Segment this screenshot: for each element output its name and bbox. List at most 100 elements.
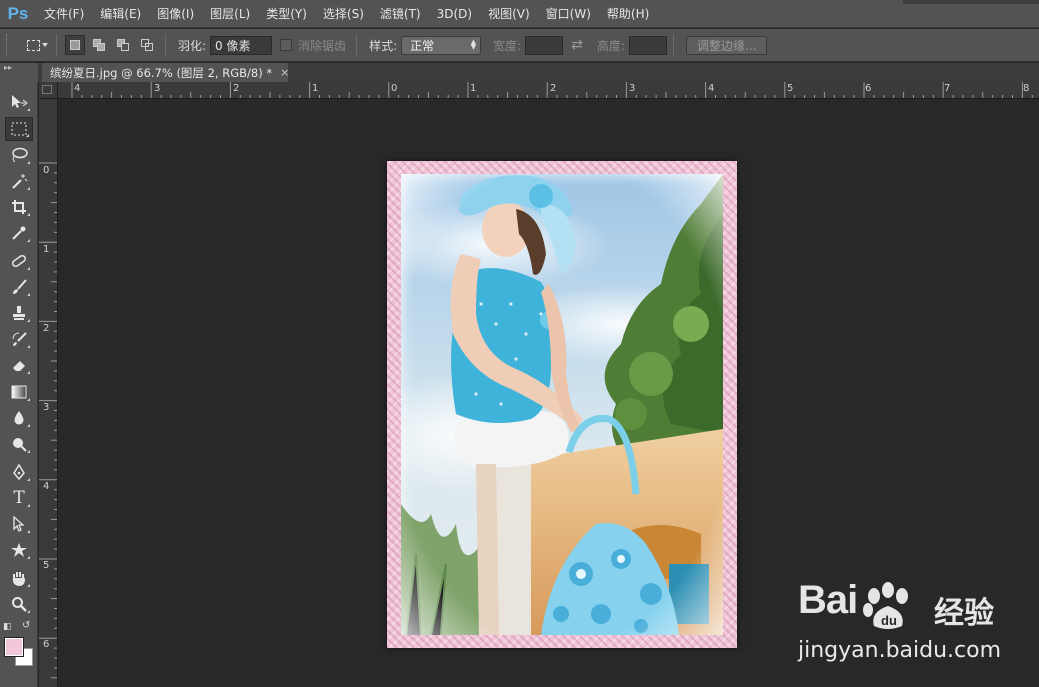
eraser-tool-icon[interactable] <box>5 353 33 377</box>
girl-summer-photo <box>401 174 723 635</box>
menu-layer[interactable]: 图层(L) <box>202 0 258 28</box>
feather-label: 羽化: <box>178 38 207 53</box>
ps-logo: Ps <box>7 3 29 23</box>
rect-marquee-icon <box>26 39 40 51</box>
clone-stamp-tool-icon[interactable] <box>5 301 33 325</box>
healing-brush-tool-icon[interactable] <box>5 249 33 273</box>
foreground-color-swatch[interactable] <box>4 637 24 657</box>
height-input[interactable] <box>628 35 667 55</box>
width-input[interactable] <box>525 35 564 55</box>
ruler-label: 3 <box>154 83 161 94</box>
ruler-label: 8 <box>1023 83 1030 94</box>
menu-window[interactable]: 窗口(W) <box>538 0 599 28</box>
menu-help[interactable]: 帮助(H) <box>599 0 657 28</box>
menu-select[interactable]: 选择(S) <box>315 0 372 28</box>
ruler-label: 2 <box>550 83 557 94</box>
options-bar: 羽化: 0 像素 消除锯齿 样式: 正常 ▲ ▼ 宽度: ⇄ 高度: 调整边缘..… <box>0 29 1039 62</box>
document-tab-title: 缤纷夏日.jpg @ 66.7% (图层 2, RGB/8) * <box>50 65 273 80</box>
ruler-label: 6 <box>43 639 50 650</box>
intersect-selection-icon <box>141 39 153 51</box>
lasso-tool-icon[interactable] <box>5 143 33 167</box>
gradient-tool-icon[interactable] <box>5 380 33 404</box>
antialias-label: 消除锯齿 <box>298 38 347 53</box>
watermark-brand-right: 经验 <box>934 596 994 631</box>
zoom-tool-icon[interactable] <box>5 592 33 616</box>
ruler-horizontal[interactable]: 4 3 2 1 0 1 2 3 4 5 6 7 8 <box>58 82 1039 99</box>
eyedropper-tool-icon[interactable] <box>5 221 33 245</box>
ruler-label: 4 <box>74 83 81 94</box>
magic-wand-tool-icon[interactable] <box>5 169 33 193</box>
brush-tool-icon[interactable] <box>5 275 33 299</box>
baidu-jingyan-watermark: Bai du 经验 jingyan.baidu.com <box>798 578 1002 668</box>
ruler-label: 2 <box>233 83 240 94</box>
shape-tool-icon[interactable] <box>5 538 33 562</box>
style-select[interactable]: 正常 ▲ ▼ <box>401 35 482 55</box>
intersect-selection-button[interactable] <box>137 35 157 55</box>
watermark-url: jingyan.baidu.com <box>798 638 1002 663</box>
feather-input[interactable]: 0 像素 <box>210 35 273 55</box>
menu-type[interactable]: 类型(Y) <box>258 0 315 28</box>
subtract-selection-button[interactable] <box>113 35 133 55</box>
options-grip[interactable] <box>6 34 16 56</box>
style-label: 样式: <box>369 38 398 53</box>
ruler-vertical[interactable]: 0 1 2 3 4 5 6 <box>39 99 58 687</box>
style-value: 正常 <box>410 38 435 53</box>
blur-tool-icon[interactable] <box>5 406 33 430</box>
ruler-origin[interactable] <box>39 82 58 99</box>
antialias-checkbox[interactable] <box>280 39 293 51</box>
divider <box>165 34 166 56</box>
ruler-label: 1 <box>312 83 319 94</box>
menu-3d[interactable]: 3D(D) <box>429 0 480 28</box>
path-selection-tool-icon[interactable] <box>5 512 33 536</box>
move-tool-icon[interactable] <box>5 90 33 114</box>
ruler-label: 3 <box>43 402 50 413</box>
height-label: 高度: <box>596 38 625 53</box>
refine-edge-button[interactable]: 调整边缘... <box>685 35 768 55</box>
menu-file[interactable]: 文件(F) <box>36 0 92 28</box>
width-label: 宽度: <box>493 38 522 53</box>
toolbox: T ◧ ↺ <box>0 82 38 687</box>
swap-colors-icon[interactable]: ↺ <box>22 620 30 631</box>
dodge-tool-icon[interactable] <box>5 432 33 456</box>
photo-layer <box>401 174 723 635</box>
ruler-label: 6 <box>865 83 872 94</box>
baidu-paw-logo-icon: du <box>863 582 908 629</box>
crop-tool-icon[interactable] <box>5 195 33 219</box>
ruler-label: 4 <box>43 481 50 492</box>
ruler-label: 5 <box>787 83 794 94</box>
divider <box>672 34 674 56</box>
default-colors-icon[interactable]: ◧ <box>3 622 12 632</box>
new-selection-icon <box>70 40 80 50</box>
select-arrows-icon: ▲ ▼ <box>470 38 477 51</box>
ruler-label: 3 <box>629 83 636 94</box>
rect-marquee-tool-icon[interactable] <box>5 117 33 141</box>
divider <box>56 34 57 56</box>
photoshop-window: Ps 文件(F) 编辑(E) 图像(I) 图层(L) 类型(Y) 选择(S) 滤… <box>0 0 1039 687</box>
ruler-label: 4 <box>708 83 715 94</box>
document-canvas[interactable] <box>387 161 737 648</box>
collapse-panels-icon[interactable]: ▸▸ <box>0 63 38 82</box>
menu-image[interactable]: 图像(I) <box>149 0 202 28</box>
add-selection-button[interactable] <box>89 35 109 55</box>
divider <box>356 34 358 56</box>
swap-dimensions-icon[interactable]: ⇄ <box>571 37 583 53</box>
close-icon[interactable]: × <box>280 66 289 79</box>
history-brush-tool-icon[interactable] <box>5 327 33 351</box>
tool-preset-picker[interactable] <box>16 34 50 56</box>
document-tab[interactable]: 缤纷夏日.jpg @ 66.7% (图层 2, RGB/8) * × <box>42 63 289 82</box>
chevron-down-icon <box>42 43 48 47</box>
menu-filter[interactable]: 滤镜(T) <box>372 0 429 28</box>
window-controls[interactable] <box>903 0 1039 4</box>
ruler-label: 0 <box>391 83 398 94</box>
menu-view[interactable]: 视图(V) <box>480 0 538 28</box>
add-selection-icon <box>93 39 105 51</box>
ruler-label: 0 <box>43 165 50 176</box>
type-tool-icon[interactable]: T <box>5 486 33 510</box>
ruler-label: 1 <box>470 83 477 94</box>
ruler-label: 2 <box>43 323 50 334</box>
menu-bar: Ps 文件(F) 编辑(E) 图像(I) 图层(L) 类型(Y) 选择(S) 滤… <box>0 0 1039 28</box>
menu-edit[interactable]: 编辑(E) <box>92 0 149 28</box>
hand-tool-icon[interactable] <box>5 566 33 590</box>
new-selection-button[interactable] <box>65 35 85 55</box>
pen-tool-icon[interactable] <box>5 460 33 484</box>
